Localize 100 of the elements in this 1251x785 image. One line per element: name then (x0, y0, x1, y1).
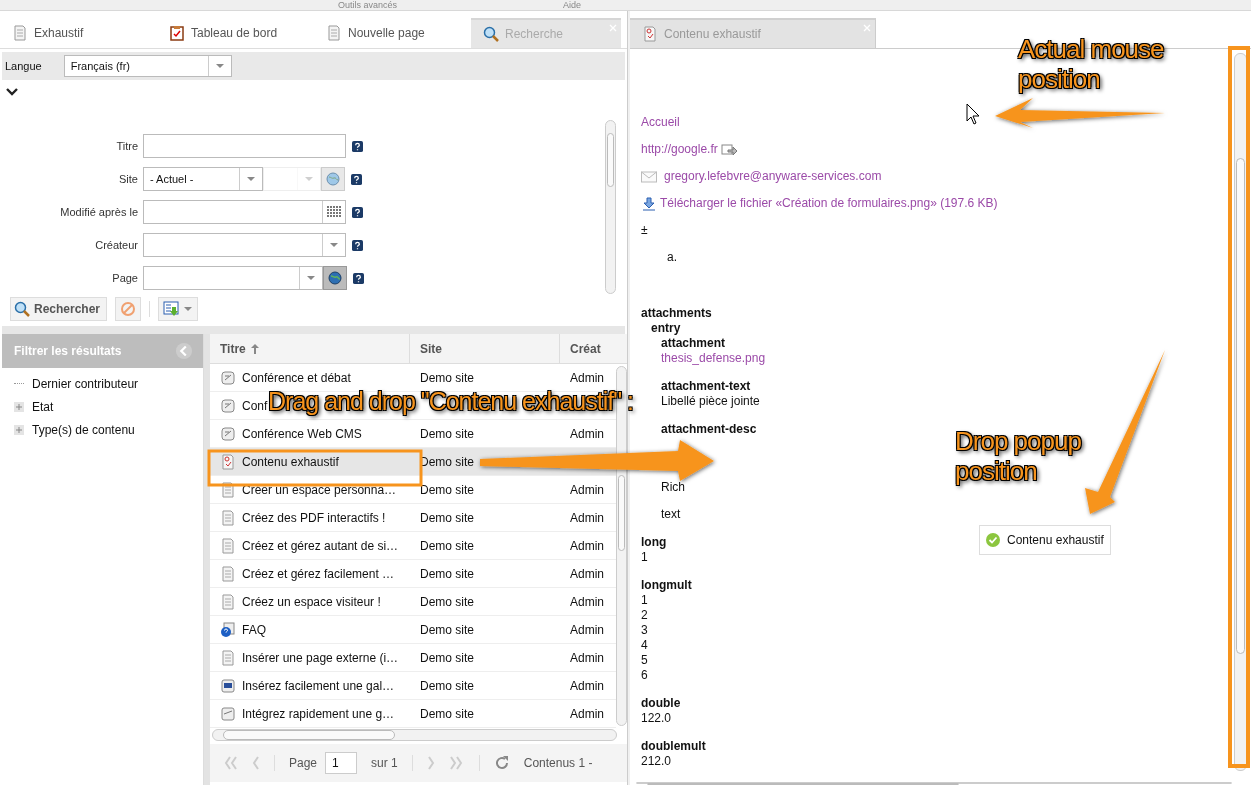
document-icon (220, 425, 236, 442)
site-dropdown[interactable]: - Actuel - (143, 167, 263, 191)
globe-button[interactable] (323, 266, 347, 290)
last-page-icon[interactable] (448, 755, 465, 771)
page-icon (220, 509, 236, 526)
tree-item[interactable]: Etat (32, 399, 54, 414)
drop-popup: Contenu exhaustif (979, 525, 1111, 555)
field-value: 1 (641, 593, 648, 608)
video-icon (220, 705, 236, 722)
table-cell: Admin (570, 566, 604, 581)
field-label: attachment-text (661, 379, 751, 394)
calendar-icon[interactable] (327, 206, 341, 218)
table-cell[interactable]: Insérer une page externe (i… (242, 650, 399, 665)
table-cell: Demo site (420, 538, 475, 553)
field-label: long (641, 535, 667, 550)
home-link[interactable]: Accueil (641, 115, 680, 129)
checklist-icon (220, 453, 236, 470)
table-cell: Admin (570, 510, 604, 525)
field-value: 2 (641, 608, 648, 623)
tab[interactable]: Exhaustif (0, 18, 157, 48)
help-icon[interactable] (352, 206, 363, 218)
help-icon[interactable] (353, 272, 364, 284)
list-item: a. (667, 250, 677, 264)
column-header[interactable]: Titre (210, 334, 410, 363)
column-header[interactable]: Site (410, 334, 560, 363)
table-cell[interactable]: Créez un espace visiteur ! (242, 594, 381, 609)
table-cell[interactable]: Créez des PDF interactifs ! (242, 510, 386, 525)
envelope-icon (641, 169, 657, 184)
expand-icon[interactable] (14, 401, 24, 412)
text-field[interactable] (143, 134, 346, 158)
page-icon (220, 537, 236, 554)
field-label: attachments (641, 306, 713, 321)
file-link[interactable]: thesis_defense.png (661, 351, 766, 366)
collapse-icon[interactable] (175, 342, 193, 360)
globe-button[interactable] (321, 167, 345, 191)
download-icon (641, 196, 657, 211)
annotation-label: Actual mouse position (1018, 34, 1165, 94)
clear-button[interactable] (115, 297, 142, 321)
scrollbar[interactable] (212, 729, 617, 741)
url-link[interactable]: http://google.fr (641, 142, 718, 157)
search-button[interactable]: Rechercher (10, 297, 108, 321)
previous-page-icon[interactable] (252, 755, 260, 771)
help-icon[interactable] (352, 140, 363, 152)
close-icon[interactable] (609, 24, 617, 32)
field-label: longmult (641, 578, 692, 593)
next-page-icon[interactable] (426, 755, 435, 771)
table-cell: Demo site (420, 426, 475, 441)
pager-label: Page (289, 756, 318, 770)
tab[interactable]: Nouvelle page (314, 18, 471, 48)
ribbon-group-label: Aide (563, 0, 582, 10)
first-page-icon[interactable] (222, 755, 238, 771)
document-icon (220, 369, 236, 386)
rich-text-paragraph: text (661, 507, 681, 522)
tree-item[interactable]: Type(s) de contenu (32, 422, 135, 437)
field-label: double (641, 696, 681, 711)
cancel-icon (120, 301, 137, 317)
help-icon[interactable] (351, 173, 362, 185)
table-cell[interactable]: Conf (242, 398, 268, 413)
expand-icon[interactable] (14, 424, 24, 435)
table-cell[interactable]: Créez et gérez autant de si… (242, 538, 399, 553)
table-cell[interactable]: FAQ (242, 622, 266, 637)
tree-item[interactable]: Dernier contributeur (32, 376, 139, 391)
pager-summary: Contenus 1 - (523, 756, 593, 770)
download-link[interactable]: Télécharger le fichier «Création de formulaires.png» (197.6 KB) (660, 196, 998, 211)
search-icon (483, 26, 499, 42)
help-icon[interactable] (352, 239, 363, 251)
table-cell: Demo site (420, 622, 475, 637)
dropdown[interactable] (143, 233, 346, 257)
table-cell: Demo site (420, 510, 475, 525)
date-field[interactable] (143, 200, 346, 224)
language-dropdown[interactable]: Français (fr) (63, 55, 232, 77)
email-link[interactable]: gregory.lefebvre@anyware-services.com (664, 169, 882, 184)
document-icon (220, 397, 236, 414)
page-number-field[interactable]: 1 (325, 752, 358, 774)
field-value: Libellé pièce jointe (661, 394, 760, 409)
table-cell: Admin (570, 538, 604, 553)
field-label: Langue (5, 60, 42, 72)
scrollbar[interactable] (605, 120, 616, 294)
sort-ascending-icon (249, 342, 260, 355)
table-cell[interactable]: Insérez facilement une gal… (242, 678, 395, 693)
tab[interactable]: Tableau de bord (157, 18, 314, 48)
column-header[interactable]: Créat (560, 334, 627, 363)
chevron-down-icon[interactable] (6, 88, 18, 96)
refresh-icon[interactable] (493, 755, 510, 771)
help-icon (220, 621, 236, 638)
search-icon (14, 301, 30, 317)
table-cell[interactable]: Conférence et débat (242, 370, 351, 385)
table-cell[interactable]: Contenu exhaustif (242, 454, 339, 469)
table-cell: Demo site (420, 650, 475, 665)
table-cell[interactable]: Intégrez rapidement une g… (242, 706, 395, 721)
scrollbar[interactable] (636, 782, 1232, 784)
export-button[interactable] (158, 297, 199, 321)
field-value: 3 (641, 623, 648, 638)
table-cell[interactable]: Conférence Web CMS (242, 426, 362, 441)
close-icon[interactable] (863, 24, 871, 32)
page-dropdown[interactable] (143, 266, 323, 290)
table-cell[interactable]: Créez et gérez facilement … (242, 566, 395, 581)
table-cell: Admin (570, 482, 604, 497)
field-label: attachment (661, 336, 725, 351)
page-icon (220, 481, 236, 498)
